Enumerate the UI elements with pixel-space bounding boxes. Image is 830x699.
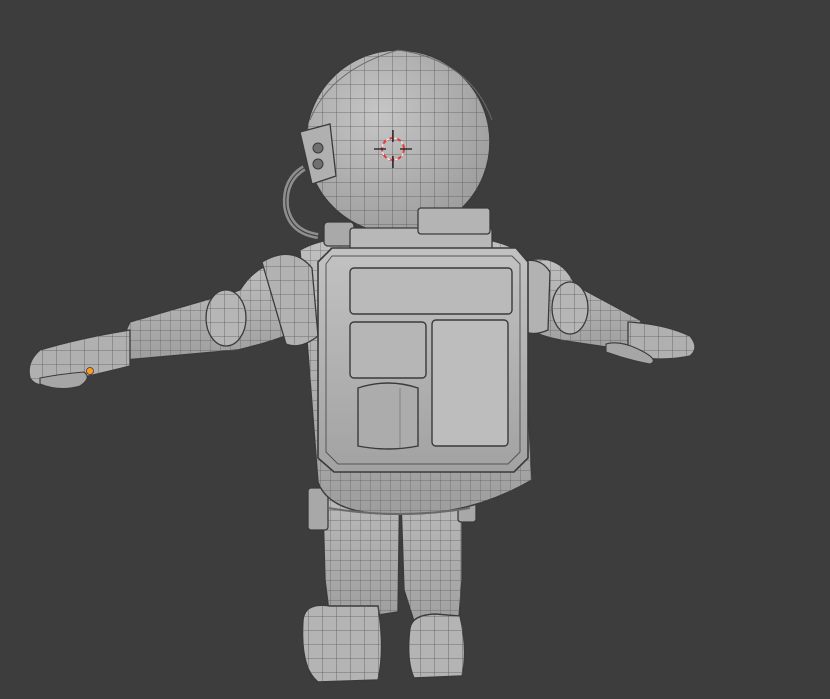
helmet[interactable] bbox=[305, 49, 493, 235]
backpack-left-panel bbox=[349, 321, 427, 379]
backpack[interactable] bbox=[317, 247, 529, 473]
left-hand[interactable] bbox=[28, 329, 131, 390]
backpack-top-panel bbox=[349, 267, 513, 315]
object-origin-dot bbox=[86, 367, 94, 375]
left-arm[interactable] bbox=[122, 253, 319, 361]
astronaut-mesh[interactable] bbox=[28, 49, 696, 683]
backpack-cylinder bbox=[357, 382, 419, 450]
3d-viewport[interactable] bbox=[0, 0, 830, 699]
backpack-right-panel bbox=[431, 319, 509, 447]
right-arm[interactable] bbox=[519, 258, 645, 353]
